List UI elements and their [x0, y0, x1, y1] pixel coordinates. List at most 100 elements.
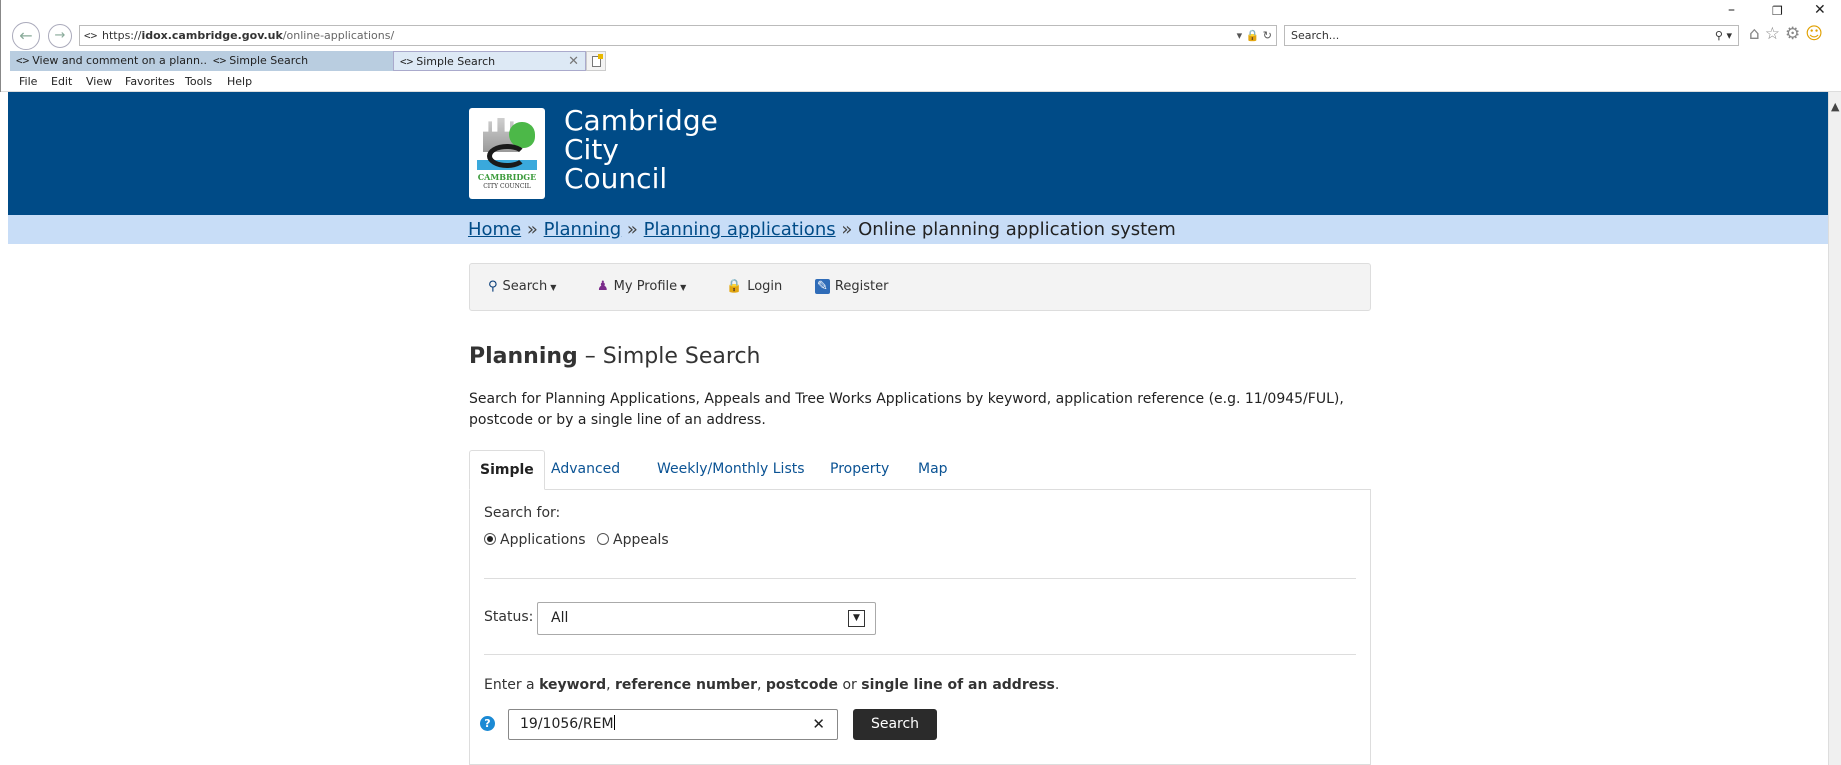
- home-icon[interactable]: ⌂: [1749, 24, 1765, 44]
- nav-login[interactable]: 🔒 Login: [726, 279, 782, 294]
- clear-icon[interactable]: ✕: [812, 710, 825, 739]
- tab-weekly-monthly-lists[interactable]: Weekly/Monthly Lists: [647, 450, 815, 490]
- tab-simple[interactable]: Simple: [469, 450, 545, 490]
- logo-bridge-icon: [487, 144, 527, 168]
- restore-icon[interactable]: ❐: [1772, 4, 1783, 18]
- browser-search-input[interactable]: Search... ⚲ ▾: [1284, 25, 1739, 46]
- caret-down-icon: ▼: [680, 283, 687, 292]
- instruction-address: single line of an address: [861, 677, 1055, 693]
- menu-favorites[interactable]: Favorites: [125, 75, 175, 88]
- breadcrumb-separator: »: [626, 219, 638, 240]
- nav-my-profile-menu[interactable]: ♟ My Profile ▼: [597, 279, 686, 294]
- favorites-star-icon[interactable]: ☆: [1765, 24, 1785, 44]
- menu-bar: File Edit View Favorites Tools Help: [1, 74, 1841, 92]
- divider: [484, 578, 1356, 579]
- page-icon: <>: [84, 29, 98, 42]
- page-viewport: CAMBRIDGE CITY COUNCIL Cambridge City Co…: [8, 92, 1828, 765]
- nav-search-menu[interactable]: ⚲ Search ▼: [488, 279, 556, 294]
- site-header: CAMBRIDGE CITY COUNCIL Cambridge City Co…: [8, 92, 1828, 215]
- instruction-text: Enter a: [484, 677, 540, 693]
- page-icon: <>: [400, 55, 414, 68]
- feedback-smiley-icon[interactable]: ☺: [1805, 24, 1828, 44]
- help-icon[interactable]: ?: [480, 716, 495, 731]
- status-select[interactable]: All ▼: [537, 602, 876, 635]
- browser-tab-bar: <> View and comment on a plann... <> Simpl…: [1, 51, 1841, 72]
- page-icon: <>: [16, 54, 30, 67]
- browser-tab-1[interactable]: <> View and comment on a plann...: [10, 51, 207, 71]
- search-input[interactable]: 19/1056/REM ✕: [508, 709, 838, 740]
- intro-text: Search for Planning Applications, Appeal…: [469, 391, 1344, 428]
- back-icon[interactable]: ←: [12, 22, 40, 50]
- divider: [484, 654, 1356, 655]
- page-scrollbar[interactable]: ▲: [1828, 92, 1841, 765]
- breadcrumb-current: Online planning application system: [858, 219, 1176, 240]
- address-bar[interactable]: <> https://idox.cambridge.gov.uk/online-…: [79, 25, 1277, 46]
- search-icon: ⚲: [488, 279, 498, 294]
- radio-applications[interactable]: Applications: [484, 532, 586, 548]
- breadcrumb: Home » Planning » Planning applications …: [468, 219, 1176, 240]
- search-button[interactable]: Search: [853, 709, 937, 740]
- tab-advanced[interactable]: Advanced: [541, 450, 630, 490]
- forward-icon[interactable]: →: [48, 24, 72, 48]
- radio-appeals[interactable]: Appeals: [597, 532, 669, 548]
- chevron-down-icon[interactable]: ▼: [848, 610, 865, 627]
- menu-tools[interactable]: Tools: [185, 75, 212, 88]
- browser-tab-label: Simple Search: [416, 55, 496, 68]
- instruction-postcode: postcode: [765, 677, 838, 693]
- browser-tab-label: Simple Search: [229, 54, 309, 67]
- browser-tab-label: View and comment on a plann...: [32, 54, 207, 67]
- council-name-line-1: Cambridge: [564, 104, 718, 137]
- scroll-up-icon[interactable]: ▲: [1831, 100, 1839, 113]
- page-title-rest: Simple Search: [602, 344, 761, 369]
- nav-register-label: Register: [834, 279, 889, 294]
- radio-applications-control[interactable]: [484, 533, 496, 545]
- tab-property[interactable]: Property: [820, 450, 899, 490]
- tab-map[interactable]: Map: [908, 450, 958, 490]
- browser-tab-3[interactable]: <> Simple Search ✕: [393, 51, 586, 71]
- minimize-icon[interactable]: –: [1728, 2, 1735, 18]
- menu-edit[interactable]: Edit: [51, 75, 72, 88]
- browser-tab-2[interactable]: <> Simple Search: [207, 51, 393, 71]
- url-host: idox.cambridge.gov.uk: [141, 29, 283, 42]
- menu-view[interactable]: View: [86, 75, 112, 88]
- browser-chrome: ← → <> https://idox.cambridge.gov.uk/onl…: [0, 0, 1841, 92]
- tab-close-icon[interactable]: ✕: [568, 52, 579, 70]
- toolbar-icons: ⌂☆⚙☺: [1749, 24, 1828, 44]
- menu-file[interactable]: File: [19, 75, 37, 88]
- url-prefix: https://: [102, 29, 142, 42]
- search-icon[interactable]: ⚲ ▾: [1715, 26, 1732, 45]
- instruction-reference: reference number: [615, 677, 757, 693]
- search-for-label: Search for:: [484, 505, 561, 521]
- close-icon[interactable]: ✕: [1814, 2, 1826, 18]
- instruction-text: or: [838, 677, 862, 693]
- breadcrumb-separator: »: [841, 219, 853, 240]
- browser-search-placeholder: Search...: [1291, 29, 1340, 42]
- page-icon: <>: [213, 54, 227, 67]
- instruction-keyword: keyword: [539, 677, 607, 693]
- search-instruction: Enter a keyword, reference number, postc…: [484, 677, 1059, 693]
- menu-help[interactable]: Help: [227, 75, 252, 88]
- lock-icon: 🔒: [726, 279, 743, 294]
- breadcrumb-bar: Home » Planning » Planning applications …: [8, 215, 1828, 244]
- new-tab-icon[interactable]: [586, 51, 606, 71]
- simple-search-panel: Search for: Applications Appeals Status:…: [469, 489, 1371, 765]
- council-logo[interactable]: CAMBRIDGE CITY COUNCIL: [469, 108, 545, 199]
- radio-applications-label: Applications: [500, 532, 586, 548]
- page-title-dash: –: [584, 344, 596, 369]
- breadcrumb-planning[interactable]: Planning: [544, 219, 622, 240]
- radio-appeals-label: Appeals: [613, 532, 669, 548]
- url-path: /online-applications/: [282, 29, 395, 42]
- page-title-bold: Planning: [469, 344, 578, 369]
- text-cursor: [613, 715, 615, 730]
- breadcrumb-home[interactable]: Home: [468, 219, 521, 240]
- nav-search-label: Search: [502, 279, 548, 294]
- nav-register[interactable]: ✎ Register: [815, 279, 888, 294]
- caret-down-icon: ▼: [550, 283, 557, 292]
- user-icon: ♟: [597, 279, 609, 294]
- radio-appeals-control[interactable]: [597, 533, 609, 545]
- page-title: Planning – Simple Search: [469, 344, 761, 369]
- gear-icon[interactable]: ⚙: [1785, 24, 1805, 44]
- address-tools[interactable]: ▾ 🔒 ↻: [1237, 26, 1272, 45]
- nav-login-label: Login: [747, 279, 783, 294]
- breadcrumb-planning-applications[interactable]: Planning applications: [644, 219, 836, 240]
